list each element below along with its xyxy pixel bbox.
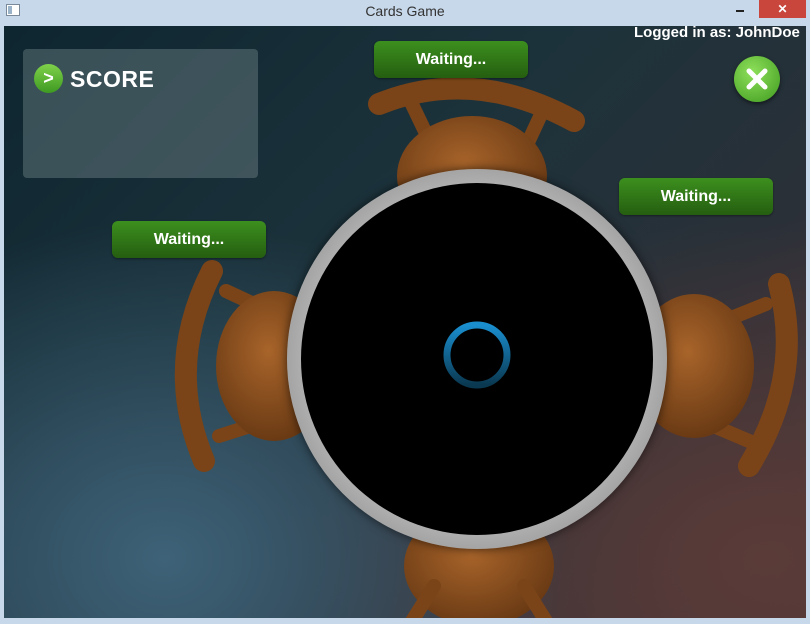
close-x-icon (746, 68, 768, 90)
minimize-button[interactable] (726, 0, 752, 18)
exit-game-button[interactable] (734, 56, 780, 102)
title-bar[interactable]: Cards Game ✕ (0, 0, 810, 26)
seat-status-top: Waiting... (374, 41, 528, 78)
seat-status-right: Waiting... (619, 178, 773, 215)
close-window-button[interactable]: ✕ (759, 0, 806, 18)
game-area: > SCORE Logged in as: JohnDoe Waiting...… (4, 26, 806, 618)
loading-spinner-icon (443, 321, 511, 389)
app-window: Cards Game ✕ > SCORE Logged in as: JohnD… (0, 0, 810, 624)
score-label: SCORE (70, 66, 155, 92)
score-panel: > SCORE (23, 49, 258, 178)
seat-status-left: Waiting... (112, 221, 266, 258)
score-toggle-icon[interactable]: > (34, 64, 63, 93)
logged-in-label: Logged in as: JohnDoe (634, 26, 800, 41)
window-title: Cards Game (365, 3, 445, 19)
